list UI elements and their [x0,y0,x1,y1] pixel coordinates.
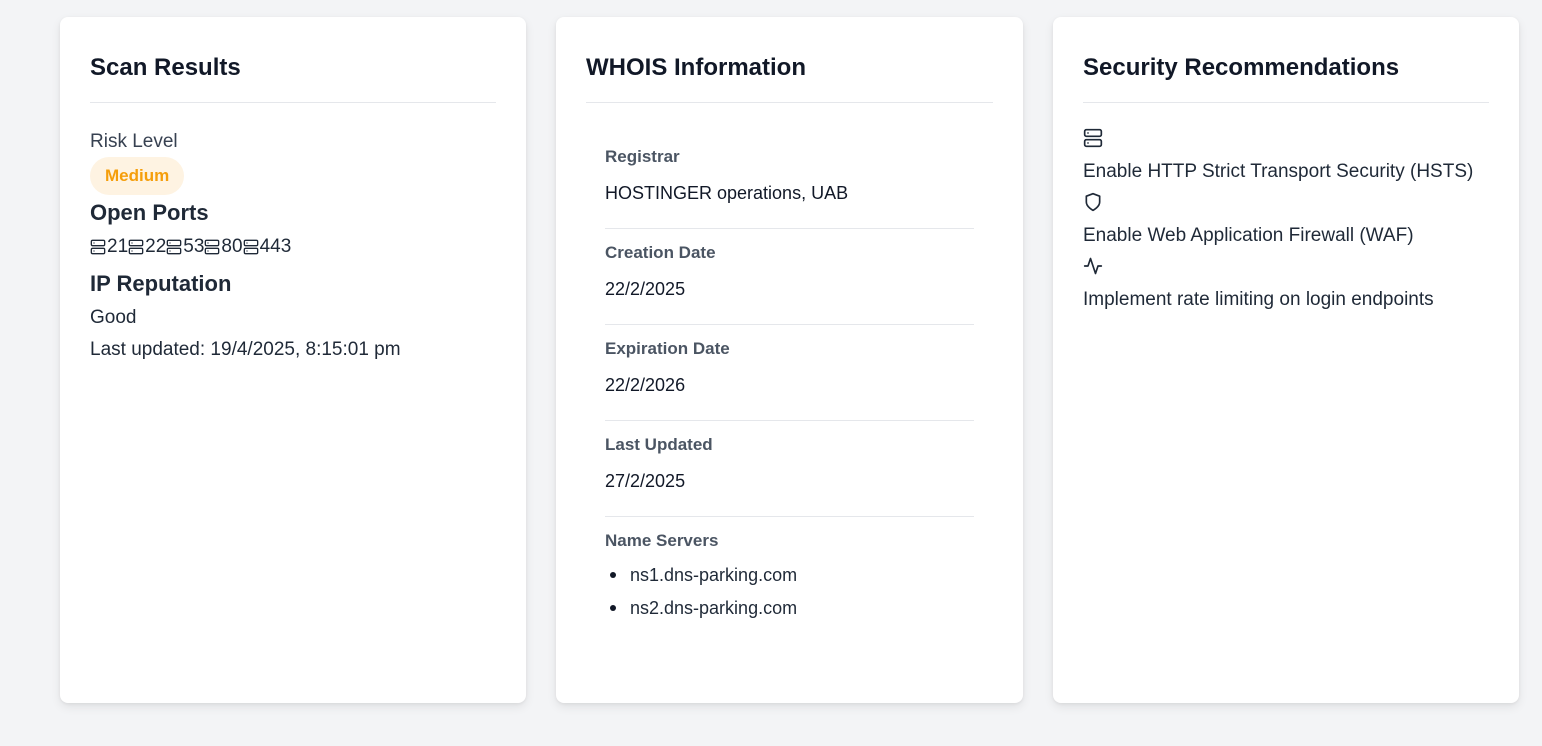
whois-card: WHOIS Information Registrar HOSTINGER op… [556,17,1023,703]
recommendation-item: Implement rate limiting on login endpoin… [1083,254,1489,318]
whois-row-name-servers: Name Servers ns1.dns-parking.com ns2.dns… [605,517,974,619]
risk-level-label: Risk Level [90,131,178,152]
port-number: 53 [183,236,205,257]
server-icon [205,239,220,255]
whois-row-updated: Last Updated 27/2/2025 [605,421,974,517]
creation-date-label: Creation Date [605,243,716,262]
recommendation-text: Implement rate limiting on login endpoin… [1083,289,1434,310]
expiration-date-value: 22/2/2026 [605,375,686,395]
scan-results-card: Scan Results Risk Level Medium Open Port… [60,17,526,703]
server-icon [166,239,182,255]
open-ports-list: 21 22 53 80 443 [90,234,496,260]
server-icon [1083,128,1103,148]
whois-row-registrar: Registrar HOSTINGER operations, UAB [605,133,974,229]
port-number: 443 [259,236,292,257]
whois-row-creation: Creation Date 22/2/2025 [605,229,974,325]
open-ports-heading: Open Ports [90,200,209,225]
recommendation-text: Enable Web Application Firewall (WAF) [1083,225,1414,246]
last-updated-text: Last updated: 19/4/2025, 8:15:01 pm [90,339,401,360]
port-item: 22 [128,236,166,258]
recommendation-item: Enable HTTP Strict Transport Security (H… [1083,126,1489,190]
port-number: 80 [221,236,243,257]
server-icon [90,239,106,255]
port-item: 443 [243,236,292,258]
ip-reputation-heading: IP Reputation [90,271,232,296]
recommendation-item: Enable Web Application Firewall (WAF) [1083,190,1489,254]
port-number: 21 [107,236,129,257]
activity-icon [1083,257,1103,275]
ip-reputation-value: Good [90,307,137,328]
last-updated-label: Last Updated [605,435,713,454]
port-item: 53 [166,236,204,258]
name-servers-list: ns1.dns-parking.com ns2.dns-parking.com [605,564,974,630]
security-recommendations-title: Security Recommendations [1083,17,1489,103]
scan-results-title: Scan Results [90,17,496,103]
registrar-label: Registrar [605,147,680,166]
creation-date-value: 22/2/2025 [605,279,686,299]
whois-title: WHOIS Information [586,17,993,103]
name-servers-label: Name Servers [605,531,719,550]
registrar-value: HOSTINGER operations, UAB [605,183,849,203]
recommendation-text: Enable HTTP Strict Transport Security (H… [1083,161,1474,182]
security-recommendations-card: Security Recommendations Enable HTTP Str… [1053,17,1519,703]
shield-icon [1085,192,1101,212]
name-server-item: ns2.dns-parking.com [605,597,974,630]
port-item: 21 [90,236,128,258]
port-number: 22 [145,236,167,257]
port-item: 80 [204,236,243,258]
name-server-item: ns1.dns-parking.com [605,564,974,597]
whois-row-expiration: Expiration Date 22/2/2026 [605,325,974,421]
server-icon [243,239,258,255]
server-icon [128,239,144,255]
last-updated-value: 27/2/2025 [605,471,686,491]
expiration-date-label: Expiration Date [605,339,730,358]
risk-level-badge: Medium [90,157,185,195]
